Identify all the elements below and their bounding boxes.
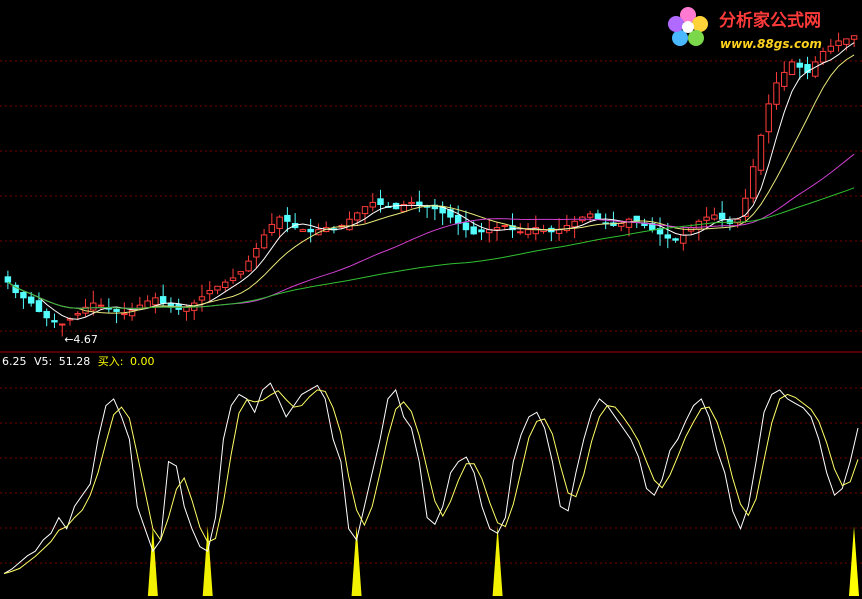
candle-body: [214, 285, 221, 291]
candle-body: [43, 310, 50, 319]
header-v-prefix: 6.25: [2, 355, 27, 368]
candle-body: [680, 234, 687, 244]
candle-body: [59, 323, 66, 326]
candle-body: [74, 313, 81, 316]
candle-body: [408, 201, 415, 205]
candle-body: [159, 296, 167, 304]
candle-body: [144, 300, 151, 308]
candle-body: [501, 224, 508, 227]
candle-body: [354, 212, 361, 221]
candle-body: [749, 166, 757, 199]
candle-body: [617, 222, 625, 227]
candle-body: [773, 82, 780, 105]
candle-body: [253, 248, 260, 258]
header-v5-label: V5:: [34, 355, 52, 368]
candle-body: [850, 35, 858, 40]
watermark-url: www.88gs.com: [720, 37, 822, 51]
candle-body: [299, 229, 307, 232]
candle-body: [703, 216, 710, 221]
candle-body: [718, 212, 726, 220]
candle-body: [307, 228, 314, 233]
header-buy-value: 0.00: [130, 355, 155, 368]
watermark-title: 分析家公式网: [719, 10, 821, 31]
indicator-header: 6.25 V5: 51.28 买入: 0.00: [2, 355, 154, 368]
candle-body: [245, 260, 252, 272]
candle-body: [416, 201, 423, 207]
header-v5-value: 51.28: [59, 355, 91, 368]
candle-body: [237, 271, 245, 275]
candle-body: [664, 234, 672, 239]
candle-body: [462, 222, 470, 231]
candle-body: [586, 213, 594, 218]
candle-body: [594, 213, 602, 220]
candle-body: [369, 201, 376, 208]
candle-body: [625, 218, 633, 228]
candle-body: [524, 229, 532, 235]
candle-body: [198, 296, 206, 301]
header-buy-label: 买入:: [98, 355, 124, 368]
candle-body: [672, 238, 679, 241]
candle-body: [4, 276, 12, 283]
candle-body: [781, 71, 788, 87]
candle-body: [20, 292, 27, 299]
candle-body: [346, 218, 353, 231]
candle-body: [206, 289, 213, 295]
candle-body: [711, 214, 718, 220]
candle-body: [835, 40, 842, 46]
candle-body: [843, 38, 850, 45]
candle-body: [268, 223, 276, 233]
candle-body: [183, 306, 190, 312]
candle-body: [470, 226, 477, 235]
candle-body: [222, 281, 229, 288]
candle-body: [113, 309, 120, 312]
candle-body: [765, 103, 772, 133]
candle-body: [27, 296, 35, 304]
candle-body: [788, 61, 796, 76]
candle-body: [478, 229, 485, 233]
candle-body: [454, 214, 462, 224]
candle-body: [493, 227, 501, 231]
candle-body: [35, 300, 43, 312]
candle-body: [284, 214, 291, 222]
candle-body: [819, 50, 827, 63]
candle-body: [51, 320, 58, 323]
candle-body: [571, 220, 578, 228]
candle-body: [97, 304, 105, 307]
candle-body: [121, 313, 128, 316]
candle-body: [377, 198, 384, 206]
candle-body: [152, 297, 159, 306]
candle-body: [757, 134, 765, 171]
candle-body: [229, 277, 237, 282]
candle-body: [517, 231, 524, 234]
candle-body: [90, 302, 97, 311]
stock-chart: ←4.67 6.25 V5: 51.28 买入: 0.00 分析家公式网 www…: [0, 0, 862, 599]
candle-body: [796, 62, 803, 68]
low-price-marker: ←4.67: [64, 333, 98, 346]
candle-body: [260, 234, 268, 249]
candle-body: [276, 216, 283, 229]
candle-body: [812, 61, 819, 77]
candle-body: [827, 45, 835, 52]
candle-body: [361, 206, 369, 215]
candle-body: [742, 197, 749, 217]
